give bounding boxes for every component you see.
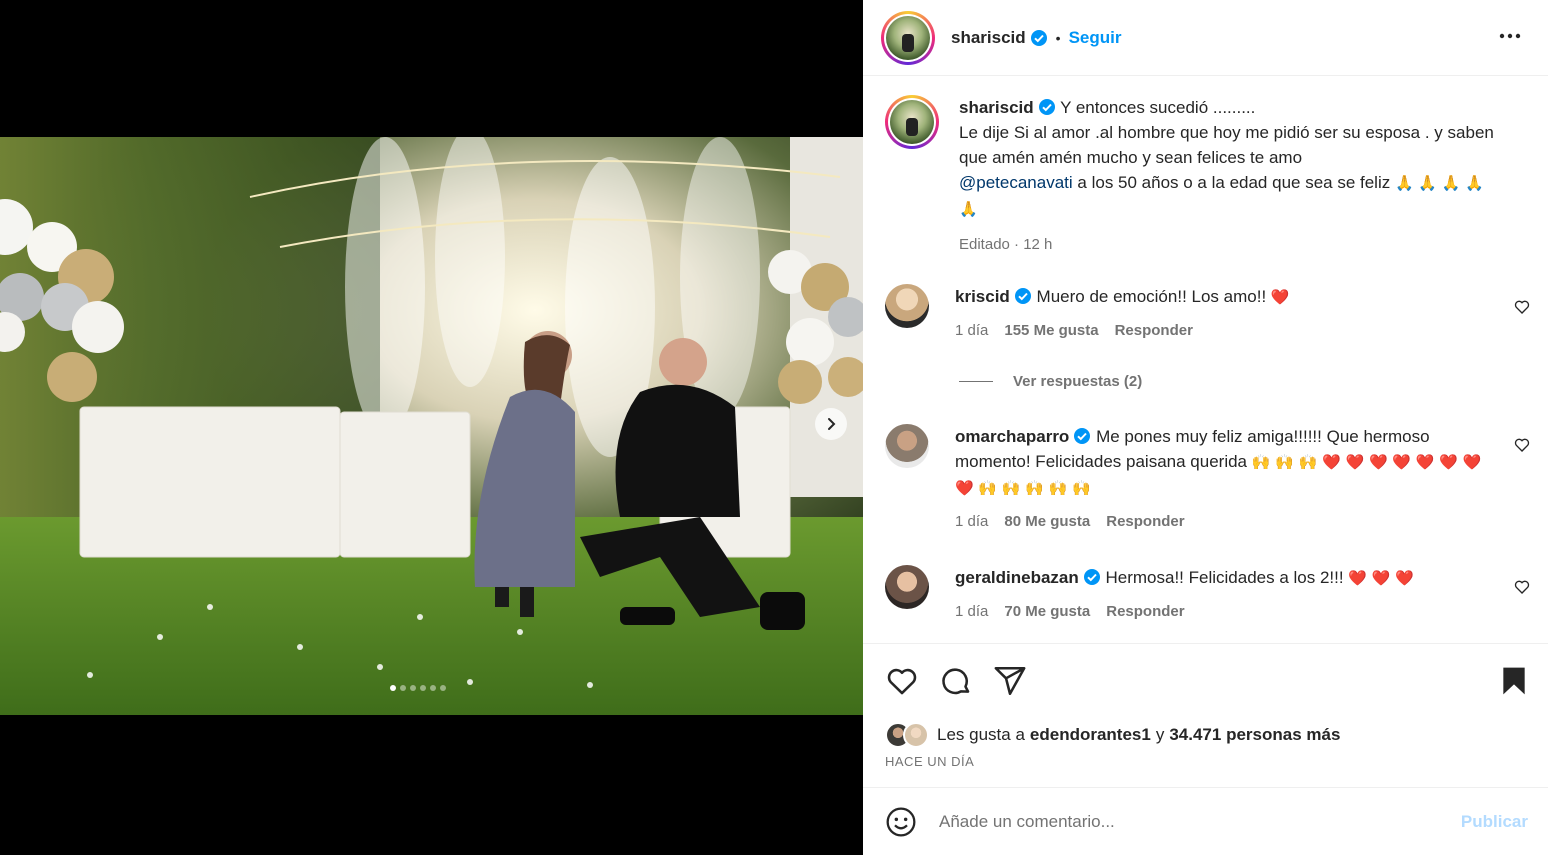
comment-time[interactable]: 1 día	[955, 599, 988, 624]
emoji-picker-icon[interactable]	[885, 806, 917, 838]
add-comment-bar: Publicar	[863, 787, 1548, 855]
carousel-dot	[410, 685, 416, 691]
bookmark-saved-icon[interactable]	[1498, 664, 1530, 698]
share-send-icon[interactable]	[993, 664, 1027, 698]
comment-text: Muero de emoción!! Los amo!!	[1036, 287, 1267, 306]
like-comment-heart-icon[interactable]	[1514, 437, 1530, 453]
comment-item: kriscid Muero de emoción!! Los amo!! ❤️ …	[885, 284, 1495, 343]
comment-text: Hermosa!! Felicidades a los 2!!!	[1105, 568, 1344, 587]
verified-badge-icon	[1083, 569, 1100, 585]
caption-meta: Editado · 12 h	[959, 236, 1053, 253]
comment-time[interactable]: 1 día	[955, 509, 988, 534]
commenter-avatar[interactable]	[885, 284, 929, 328]
post-photo[interactable]	[0, 137, 863, 715]
comment-likes[interactable]: 80 Me gusta	[1004, 509, 1090, 534]
verified-badge-icon	[1038, 99, 1055, 115]
commenter-username[interactable]: geraldinebazan	[955, 568, 1079, 587]
caption-line-1: Y entonces sucedió .........	[1060, 98, 1256, 117]
more-options-icon[interactable]	[1498, 24, 1522, 48]
comment-likes[interactable]: 155 Me gusta	[1004, 318, 1098, 343]
publish-button[interactable]: Publicar	[1461, 812, 1528, 832]
header-separator: •	[1055, 29, 1061, 46]
reply-button[interactable]: Responder	[1115, 318, 1193, 343]
instagram-post-view: shariscid • Seguir shariscid Y entonces …	[0, 0, 1548, 855]
commenter-avatar[interactable]	[885, 424, 929, 468]
liker-avatars[interactable]	[885, 722, 929, 748]
likes-prefix: Les gusta a	[937, 725, 1025, 744]
commenter-username[interactable]: omarchaparro	[955, 427, 1069, 446]
carousel-indicators	[390, 685, 446, 691]
media-area	[0, 0, 863, 855]
comment-likes[interactable]: 70 Me gusta	[1004, 599, 1090, 624]
verified-badge-icon	[1030, 29, 1047, 46]
comment-item: geraldinebazan Hermosa!! Felicidades a l…	[885, 565, 1495, 624]
comment-time[interactable]: 1 día	[955, 318, 988, 343]
follow-button[interactable]: Seguir	[1069, 28, 1122, 48]
heart-emoji: ❤️	[1270, 288, 1290, 306]
replies-divider	[959, 381, 993, 382]
likes-joiner: y	[1155, 725, 1165, 744]
post-side-panel: shariscid • Seguir shariscid Y entonces …	[863, 0, 1548, 855]
view-replies-label: Ver respuestas (2)	[1013, 373, 1143, 390]
author-username[interactable]: shariscid	[951, 28, 1026, 48]
carousel-dot	[390, 685, 396, 691]
post-header: shariscid • Seguir	[863, 0, 1548, 76]
caption: shariscid Y entonces sucedió ......... L…	[885, 95, 1499, 257]
comment-icon[interactable]	[939, 664, 973, 698]
raised-hands-emoji: 🙌 🙌 🙌	[1251, 453, 1318, 471]
like-comment-heart-icon[interactable]	[1514, 579, 1530, 595]
chevron-right-icon	[828, 418, 836, 430]
liker-username[interactable]: edendorantes1	[1030, 725, 1151, 745]
reply-button[interactable]: Responder	[1106, 599, 1184, 624]
comment-input[interactable]	[939, 811, 1419, 832]
verified-badge-icon	[1014, 288, 1031, 304]
reply-button[interactable]: Responder	[1106, 509, 1184, 534]
comments-section[interactable]: shariscid Y entonces sucedió ......... L…	[863, 77, 1548, 643]
commenter-avatar[interactable]	[885, 565, 929, 609]
carousel-dot	[420, 685, 426, 691]
caption-author-avatar[interactable]	[885, 95, 939, 149]
likes-summary: Les gusta a edendorantes1 y 34.471 perso…	[885, 722, 1340, 748]
carousel-dot	[440, 685, 446, 691]
proposal-photo	[0, 137, 863, 715]
carousel-dot	[400, 685, 406, 691]
heart-emoji: ❤️ ❤️ ❤️	[1348, 569, 1414, 587]
commenter-username[interactable]: kriscid	[955, 287, 1010, 306]
caption-line-2: Le dije Si al amor .al hombre que hoy me…	[959, 123, 1494, 167]
raised-hands-emoji: 🙌 🙌 🙌 🙌 🙌	[978, 479, 1091, 497]
post-timestamp[interactable]: HACE UN DÍA	[885, 754, 974, 769]
post-actions: Les gusta a edendorantes1 y 34.471 perso…	[863, 643, 1548, 787]
author-avatar[interactable]	[881, 10, 935, 65]
caption-username[interactable]: shariscid	[959, 98, 1034, 117]
caption-line-3: a los 50 años o a la edad que sea se fel…	[1077, 173, 1391, 192]
like-heart-icon[interactable]	[885, 664, 919, 698]
like-comment-heart-icon[interactable]	[1514, 299, 1530, 315]
carousel-next-button[interactable]	[815, 408, 847, 440]
likes-others[interactable]: 34.471 personas más	[1169, 725, 1340, 745]
mention-link[interactable]: @petecanavati	[959, 173, 1073, 192]
verified-badge-icon	[1074, 428, 1091, 444]
carousel-dot	[430, 685, 436, 691]
view-replies-button[interactable]: Ver respuestas (2)	[959, 373, 1142, 390]
comment-item: omarchaparro Me pones muy feliz amiga!!!…	[885, 424, 1495, 534]
